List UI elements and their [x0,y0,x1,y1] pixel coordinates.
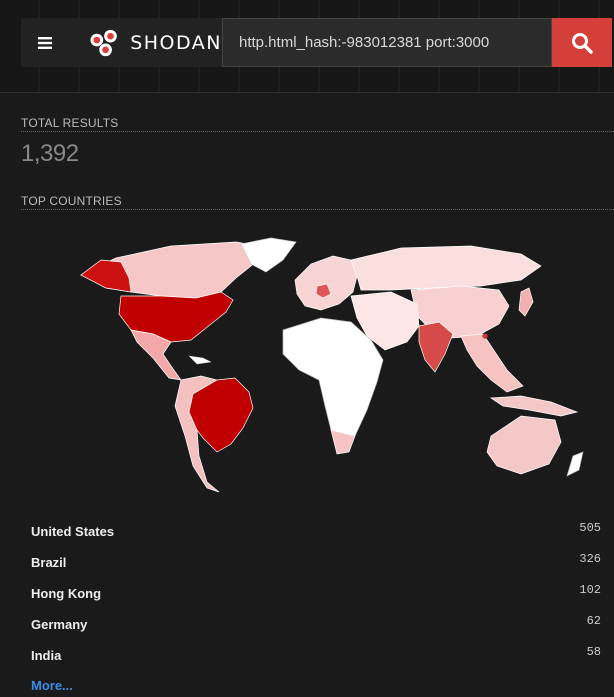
country-count: 62 [586,614,601,628]
total-results-label: TOTAL RESULTS [21,116,119,130]
shodan-logo-icon [90,29,117,56]
map-region-africa [282,317,384,449]
map-region-hong-kong [482,333,488,339]
search-button[interactable] [552,18,612,67]
country-name[interactable]: Brazil [31,555,66,570]
country-name[interactable]: India [31,648,61,663]
map-region-europe [294,255,358,311]
hamburger-icon [38,36,52,49]
country-count: 102 [579,583,601,597]
country-row[interactable]: Hong Kong 102 [21,580,614,608]
total-results-value: 1,392 [21,140,79,167]
country-name[interactable]: Hong Kong [31,586,101,601]
country-row[interactable]: Germany 62 [21,611,614,639]
map-region-russia [350,245,542,291]
divider [21,209,614,210]
country-row[interactable]: United States 505 [21,518,614,546]
search-icon [572,32,593,54]
country-name[interactable]: Germany [31,617,87,632]
country-count: 58 [586,645,601,659]
search-input[interactable] [222,18,552,67]
menu-button[interactable] [21,18,69,67]
country-count: 505 [579,521,601,535]
map-region-japan [518,287,534,317]
top-navigation-bar: SHODAN [0,0,614,93]
map-region-indonesia [489,395,579,417]
country-name[interactable]: United States [31,524,114,539]
map-region-india [418,321,454,373]
map-region-caribbean [188,355,212,365]
more-countries-link[interactable]: More... [31,678,73,693]
country-row[interactable]: Brazil 326 [21,549,614,577]
country-row[interactable]: India 58 [21,642,614,670]
shodan-logo[interactable]: SHODAN [69,18,222,67]
map-region-australia [486,415,562,475]
divider [21,131,614,132]
map-region-southeast-asia [460,333,524,393]
map-region-new-zealand [566,451,584,477]
logo-text: SHODAN [130,31,222,54]
country-count: 326 [579,552,601,566]
world-map [80,237,584,493]
top-countries-label: TOP COUNTRIES [21,194,122,208]
